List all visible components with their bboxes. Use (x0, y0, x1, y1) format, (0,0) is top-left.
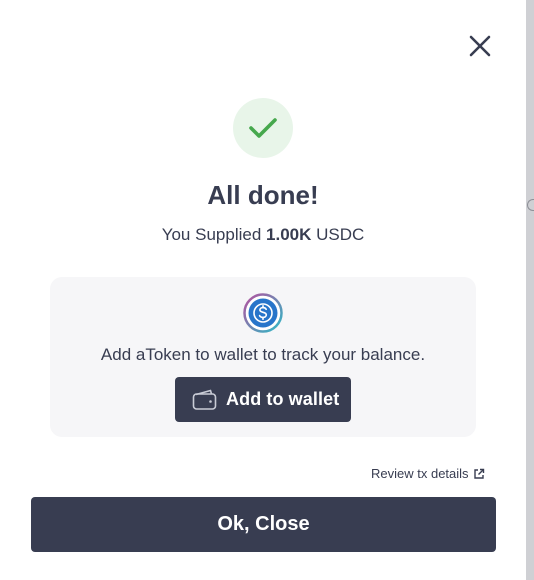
review-tx-details-link[interactable]: Review tx details (371, 466, 485, 481)
checkmark-icon (249, 118, 277, 138)
success-indicator (233, 98, 293, 158)
supply-summary-prefix: You Supplied (161, 225, 267, 244)
supply-asset: USDC (311, 225, 365, 244)
add-to-wallet-button[interactable]: Add to wallet (175, 377, 351, 422)
review-tx-details-label: Review tx details (371, 466, 469, 481)
transaction-success-modal: All done! You Supplied 1.00K USDC Add aT… (0, 0, 526, 580)
background-info-icon (527, 199, 534, 211)
usdc-token-icon (243, 293, 283, 333)
modal-title: All done! (207, 180, 319, 210)
supply-amount: 1.00K (266, 225, 312, 244)
close-button[interactable] (462, 28, 498, 64)
supply-summary: You Supplied 1.00K USDC (0, 225, 526, 245)
ok-close-button[interactable]: Ok, Close (31, 497, 496, 552)
background-edge (526, 0, 534, 580)
add-token-message: Add aToken to wallet to track your balan… (100, 345, 426, 364)
add-to-wallet-label: Add to wallet (226, 389, 340, 409)
add-token-card: Add aToken to wallet to track your balan… (50, 277, 476, 437)
external-link-icon (473, 468, 484, 479)
wallet-icon (192, 389, 217, 410)
close-icon (469, 35, 491, 57)
